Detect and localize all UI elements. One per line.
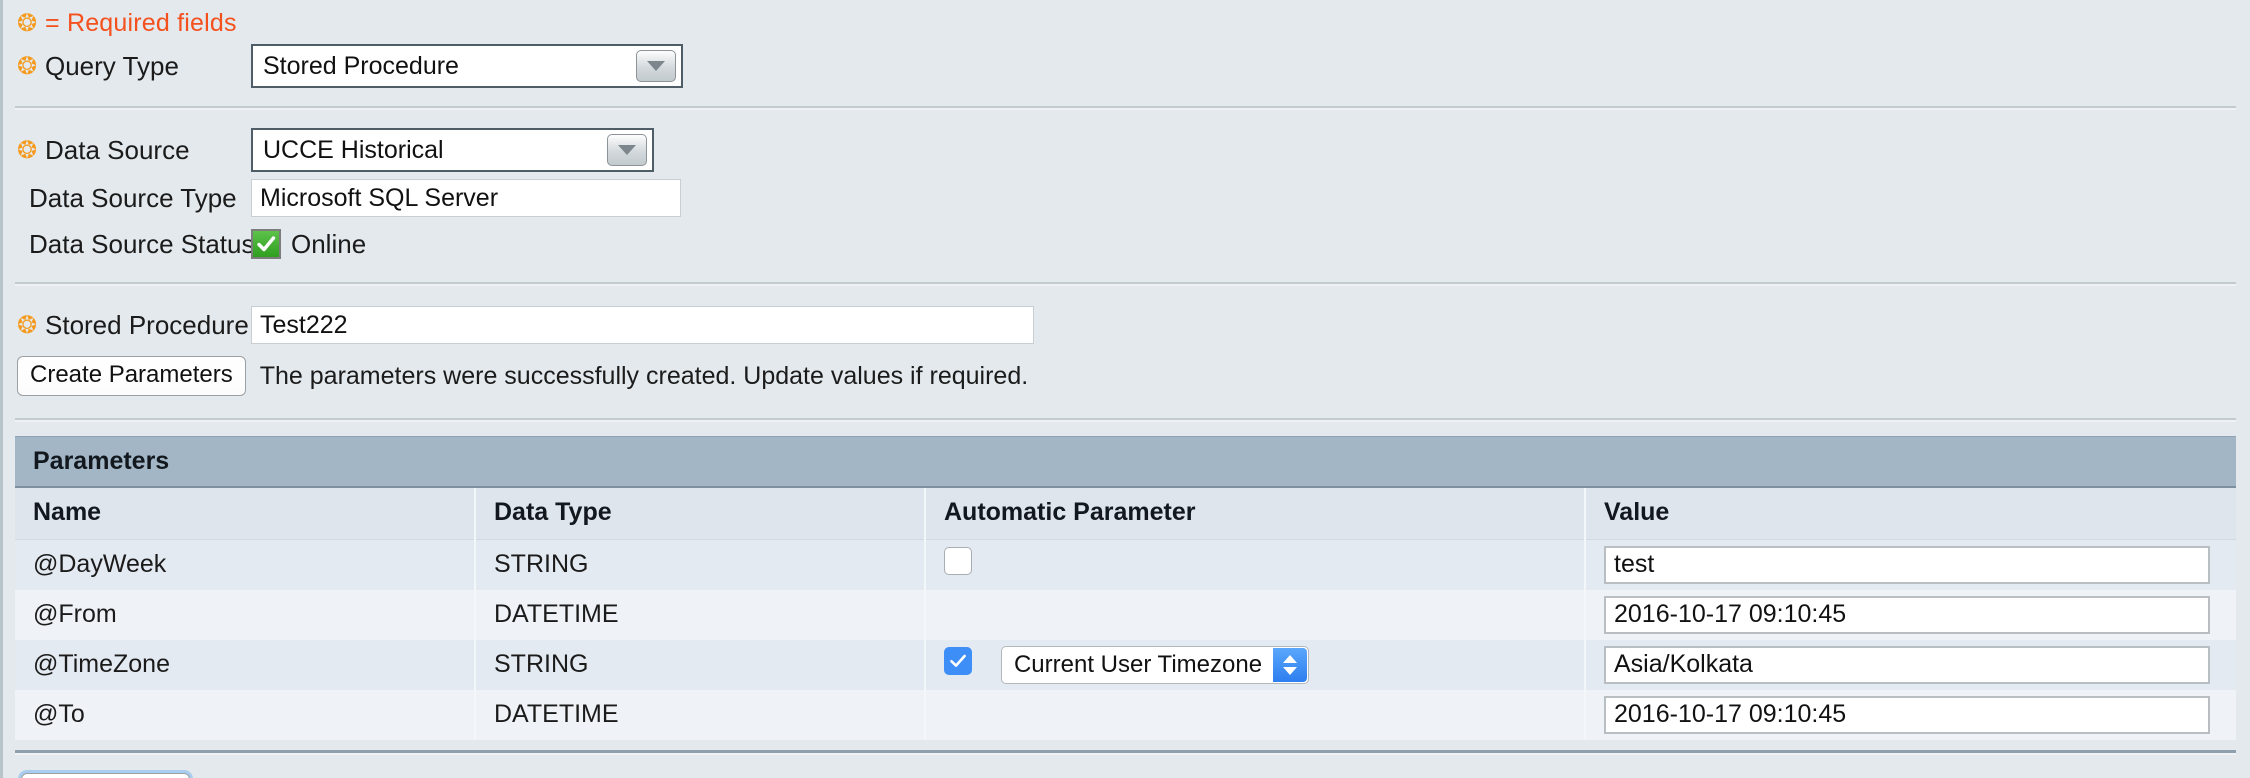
parameters-section: Parameters Name Data Type Automatic Para… bbox=[3, 422, 2250, 755]
param-data-type: DATETIME bbox=[475, 589, 926, 640]
green-check-icon bbox=[251, 229, 281, 259]
param-value-input[interactable]: 2016-10-17 09:10:45 bbox=[1604, 595, 2210, 634]
data-source-label: Data Source bbox=[45, 134, 190, 165]
automatic-parameter-checkbox[interactable] bbox=[944, 647, 972, 676]
param-value-cell: 2016-10-17 09:10:45 bbox=[1585, 689, 2236, 740]
table-row: @DayWeek STRING test bbox=[15, 539, 2236, 590]
data-source-type-label-group: Data Source Type bbox=[3, 183, 251, 214]
data-source-type-row: Data Source Type Microsoft SQL Server bbox=[3, 176, 2250, 220]
param-value-cell: Asia/Kolkata bbox=[1585, 639, 2236, 690]
stored-procedure-row: ❂ Stored Procedure Test222 bbox=[3, 300, 2250, 350]
param-data-type: DATETIME bbox=[475, 689, 926, 740]
parameters-table-header-row: Name Data Type Automatic Parameter Value bbox=[15, 488, 2236, 540]
chevron-updown-icon[interactable] bbox=[1273, 647, 1308, 682]
create-parameters-message: The parameters were successfully created… bbox=[259, 361, 1029, 390]
parameters-table: Name Data Type Automatic Parameter Value… bbox=[15, 488, 2236, 740]
stored-procedure-input[interactable]: Test222 bbox=[251, 306, 1034, 344]
data-source-status-label: Data Source Status bbox=[29, 228, 255, 259]
query-type-label-group: ❂ Query Type bbox=[3, 51, 251, 82]
query-type-label: Query Type bbox=[45, 50, 179, 81]
data-source-select[interactable]: UCCE Historical bbox=[251, 128, 654, 172]
create-parameters-row: Create Parameters The parameters were su… bbox=[3, 350, 2250, 402]
automatic-parameter-select-value: Current User Timezone bbox=[1013, 650, 1263, 678]
param-name: @To bbox=[15, 689, 476, 740]
query-type-row: ❂ Query Type Stored Procedure bbox=[3, 40, 2250, 92]
param-automatic-cell bbox=[925, 539, 1586, 590]
param-value-cell: test bbox=[1585, 539, 2236, 590]
create-parameters-button[interactable]: Create Parameters bbox=[17, 356, 246, 396]
automatic-parameter-checkbox[interactable] bbox=[944, 547, 972, 576]
data-source-status-row: Data Source Status Online bbox=[3, 220, 2250, 268]
parameters-panel: Parameters Name Data Type Automatic Para… bbox=[15, 436, 2236, 740]
column-header-data-type: Data Type bbox=[475, 488, 926, 540]
table-row: @TimeZone STRING Current User Timezone A… bbox=[15, 639, 2236, 690]
chevron-down-icon[interactable] bbox=[636, 50, 676, 82]
footer-section: Create Fields The query validated succes… bbox=[3, 755, 2250, 778]
column-header-name: Name bbox=[15, 488, 476, 540]
param-automatic-cell: Current User Timezone bbox=[925, 639, 1586, 690]
param-name: @TimeZone bbox=[15, 639, 476, 690]
query-type-section: ❂ = Required fields ❂ Query Type Stored … bbox=[3, 0, 2250, 110]
data-source-row: ❂ Data Source UCCE Historical bbox=[3, 124, 2250, 176]
asterisk-icon: ❂ bbox=[17, 9, 38, 37]
asterisk-icon: ❂ bbox=[17, 311, 38, 339]
data-source-value: UCCE Historical bbox=[263, 135, 444, 164]
create-fields-row: Create Fields The query validated succes… bbox=[3, 767, 2250, 778]
param-name: @DayWeek bbox=[15, 539, 476, 590]
data-source-section: ❂ Data Source UCCE Historical Data Sourc… bbox=[3, 110, 2250, 286]
required-fields-label: = Required fields bbox=[45, 8, 237, 37]
table-row: @To DATETIME 2016-10-17 09:10:45 bbox=[15, 689, 2236, 740]
param-value-input[interactable]: Asia/Kolkata bbox=[1604, 645, 2210, 684]
chevron-down-icon[interactable] bbox=[607, 134, 647, 166]
param-data-type: STRING bbox=[475, 639, 926, 690]
param-automatic-cell bbox=[925, 689, 1586, 740]
stored-procedure-section: ❂ Stored Procedure Test222 Create Parame… bbox=[3, 286, 2250, 422]
param-value-input[interactable]: test bbox=[1604, 545, 2210, 584]
create-fields-button[interactable]: Create Fields bbox=[21, 772, 190, 778]
param-value-input[interactable]: 2016-10-17 09:10:45 bbox=[1604, 695, 2210, 734]
parameters-panel-title: Parameters bbox=[15, 436, 2236, 488]
param-name: @From bbox=[15, 589, 476, 640]
asterisk-icon: ❂ bbox=[17, 136, 38, 164]
stored-procedure-label: Stored Procedure bbox=[45, 309, 249, 340]
param-value-cell: 2016-10-17 09:10:45 bbox=[1585, 589, 2236, 640]
data-source-type-value: Microsoft SQL Server bbox=[251, 179, 681, 217]
data-source-type-label: Data Source Type bbox=[29, 182, 237, 213]
data-source-label-group: ❂ Data Source bbox=[3, 135, 251, 166]
column-header-value: Value bbox=[1585, 488, 2236, 540]
automatic-parameter-select[interactable]: Current User Timezone bbox=[1000, 645, 1310, 684]
column-header-automatic-parameter: Automatic Parameter bbox=[925, 488, 1586, 540]
data-source-status-value: Online bbox=[291, 228, 367, 259]
asterisk-icon: ❂ bbox=[17, 52, 38, 80]
table-row: @From DATETIME 2016-10-17 09:10:45 bbox=[15, 589, 2236, 640]
data-source-status-label-group: Data Source Status bbox=[3, 228, 255, 260]
query-type-value: Stored Procedure bbox=[263, 51, 459, 80]
param-automatic-cell bbox=[925, 589, 1586, 640]
stored-procedure-label-group: ❂ Stored Procedure bbox=[3, 310, 251, 341]
query-editor-page: ❂ = Required fields ❂ Query Type Stored … bbox=[0, 0, 2250, 778]
query-type-select[interactable]: Stored Procedure bbox=[251, 44, 683, 88]
param-data-type: STRING bbox=[475, 539, 926, 590]
required-fields-legend: ❂ = Required fields bbox=[3, 0, 2250, 40]
